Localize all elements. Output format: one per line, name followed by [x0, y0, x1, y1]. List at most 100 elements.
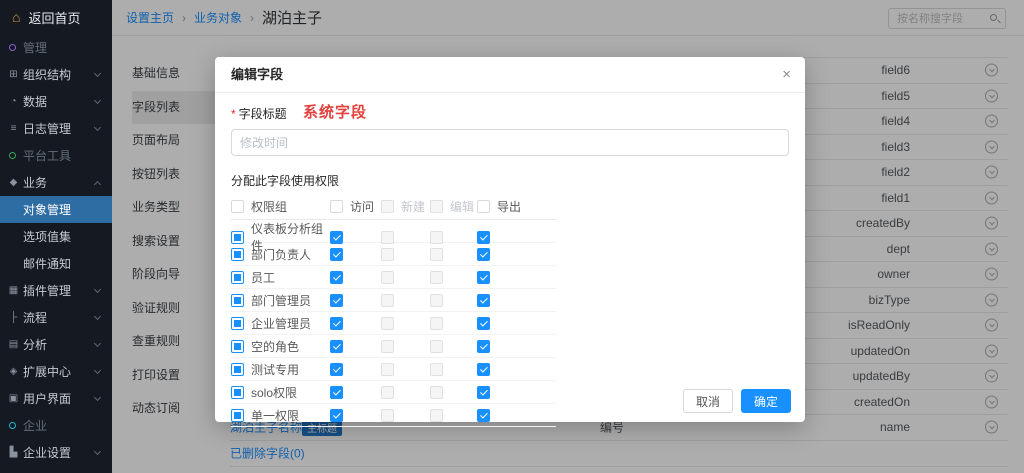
export-checkbox[interactable] — [477, 248, 490, 261]
group-checkbox[interactable] — [231, 231, 244, 244]
permission-row: 仪表板分析组件 — [231, 220, 556, 243]
create-checkbox — [381, 294, 394, 307]
group-checkbox[interactable] — [231, 386, 244, 399]
chevron-down-icon — [94, 447, 101, 454]
sidebar-item-option-value-sets[interactable]: 选项值集 — [0, 223, 112, 250]
extension-icon: ◈ — [8, 366, 19, 377]
sidebar-item-data[interactable]: ◔ 数据 — [0, 88, 112, 115]
field-title-input[interactable] — [231, 129, 789, 156]
permission-row: 企业管理员 — [231, 312, 556, 335]
edit-checkbox — [430, 386, 443, 399]
read-checkbox[interactable] — [330, 340, 343, 353]
confirm-button[interactable]: 确定 — [741, 389, 791, 413]
select-all-export-checkbox[interactable] — [477, 200, 490, 213]
permission-row: 部门管理员 — [231, 289, 556, 312]
chevron-down-icon — [94, 96, 101, 103]
enterprise-settings-icon: ▙ — [8, 447, 19, 458]
modal-body: *字段标题 系统字段 分配此字段使用权限 权限组 访问 新建 编辑 导出 仪表板… — [215, 93, 805, 427]
export-checkbox[interactable] — [477, 409, 490, 422]
export-checkbox[interactable] — [477, 340, 490, 353]
sidebar-item-email-notification[interactable]: 邮件通知 — [0, 250, 112, 277]
group-checkbox[interactable] — [231, 363, 244, 376]
required-asterisk: * — [231, 107, 236, 121]
create-checkbox — [381, 248, 394, 261]
sidebar-item-user-interface[interactable]: ▣ 用户界面 — [0, 385, 112, 412]
create-checkbox — [381, 231, 394, 244]
permission-row: 员工 — [231, 266, 556, 289]
sidebar-item-enterprise[interactable]: 企业 — [0, 412, 112, 439]
permission-row: 测试专用 — [231, 358, 556, 381]
select-all-groups-checkbox[interactable] — [231, 200, 244, 213]
sidebar-item-object-management[interactable]: 对象管理 — [0, 196, 112, 223]
read-checkbox[interactable] — [330, 363, 343, 376]
read-checkbox[interactable] — [330, 386, 343, 399]
read-checkbox[interactable] — [330, 231, 343, 244]
read-checkbox[interactable] — [330, 248, 343, 261]
admin-ring-icon — [9, 44, 16, 51]
org-structure-icon: ⊞ — [8, 69, 19, 80]
group-checkbox[interactable] — [231, 340, 244, 353]
sidebar-item-enterprise-settings[interactable]: ▙ 企业设置 — [0, 439, 112, 466]
sidebar-item-system-security[interactable]: ◉ 系统安全 — [0, 466, 112, 473]
edit-checkbox — [430, 340, 443, 353]
permission-table-header: 权限组 访问 新建 编辑 导出 — [231, 193, 556, 220]
permission-section-heading: 分配此字段使用权限 — [231, 172, 789, 189]
read-checkbox[interactable] — [330, 294, 343, 307]
permission-row: 单一权限 — [231, 404, 556, 427]
group-checkbox[interactable] — [231, 294, 244, 307]
group-checkbox[interactable] — [231, 248, 244, 261]
export-checkbox[interactable] — [477, 386, 490, 399]
sidebar-item-business[interactable]: ◆ 业务 — [0, 169, 112, 196]
sidebar-item-admin[interactable]: 管理 — [0, 34, 112, 61]
export-checkbox[interactable] — [477, 294, 490, 307]
read-checkbox[interactable] — [330, 271, 343, 284]
data-icon: ◔ — [8, 96, 19, 107]
select-all-edit-checkbox — [430, 200, 443, 213]
permission-table: 权限组 访问 新建 编辑 导出 仪表板分析组件 部门负责人 — [231, 193, 556, 427]
edit-checkbox — [430, 294, 443, 307]
sidebar-item-process[interactable]: ├ 流程 — [0, 304, 112, 331]
cancel-button[interactable]: 取消 — [683, 389, 733, 413]
export-checkbox[interactable] — [477, 363, 490, 376]
home-label: 返回首页 — [28, 8, 80, 27]
export-checkbox[interactable] — [477, 317, 490, 330]
export-checkbox[interactable] — [477, 231, 490, 244]
system-field-annotation: 系统字段 — [303, 101, 367, 122]
modal-footer: 取消 确定 — [683, 389, 791, 413]
enterprise-ring-icon — [9, 422, 16, 429]
edit-field-modal: 编辑字段 × *字段标题 系统字段 分配此字段使用权限 权限组 访问 新建 编辑… — [215, 57, 805, 422]
edit-checkbox — [430, 271, 443, 284]
sidebar-item-plugin-management[interactable]: ▦ 插件管理 — [0, 277, 112, 304]
group-checkbox[interactable] — [231, 271, 244, 284]
sidebar-item-analysis[interactable]: ▤ 分析 — [0, 331, 112, 358]
permission-row: 部门负责人 — [231, 243, 556, 266]
plugin-icon: ▦ — [8, 285, 19, 296]
create-checkbox — [381, 386, 394, 399]
sidebar-item-platform-tools[interactable]: 平台工具 — [0, 142, 112, 169]
read-checkbox[interactable] — [330, 317, 343, 330]
ui-icon: ▣ — [8, 393, 19, 404]
export-checkbox[interactable] — [477, 271, 490, 284]
sidebar-item-org-structure[interactable]: ⊞ 组织结构 — [0, 61, 112, 88]
business-icon: ◆ — [8, 177, 19, 188]
close-icon[interactable]: × — [782, 57, 791, 93]
sidebar-item-log-management[interactable]: ≡ 日志管理 — [0, 115, 112, 142]
edit-checkbox — [430, 248, 443, 261]
sidebar-home-button[interactable]: ⌂ 返回首页 — [0, 0, 112, 34]
group-checkbox[interactable] — [231, 317, 244, 330]
create-checkbox — [381, 317, 394, 330]
permission-row: 空的角色 — [231, 335, 556, 358]
read-checkbox[interactable] — [330, 409, 343, 422]
create-checkbox — [381, 271, 394, 284]
chevron-up-icon — [94, 180, 101, 187]
create-checkbox — [381, 363, 394, 376]
chevron-down-icon — [94, 339, 101, 346]
create-checkbox — [381, 340, 394, 353]
screen: ⌂ 返回首页 管理 ⊞ 组织结构 ◔ 数据 ≡ 日志管理 平台工具 ◆ 业务 — [0, 0, 1024, 473]
modal-title: 编辑字段 — [231, 67, 283, 82]
group-checkbox[interactable] — [231, 409, 244, 422]
sidebar-item-extension-center[interactable]: ◈ 扩展中心 — [0, 358, 112, 385]
analysis-icon: ▤ — [8, 339, 19, 350]
sidebar: ⌂ 返回首页 管理 ⊞ 组织结构 ◔ 数据 ≡ 日志管理 平台工具 ◆ 业务 — [0, 0, 112, 473]
select-all-read-checkbox[interactable] — [330, 200, 343, 213]
